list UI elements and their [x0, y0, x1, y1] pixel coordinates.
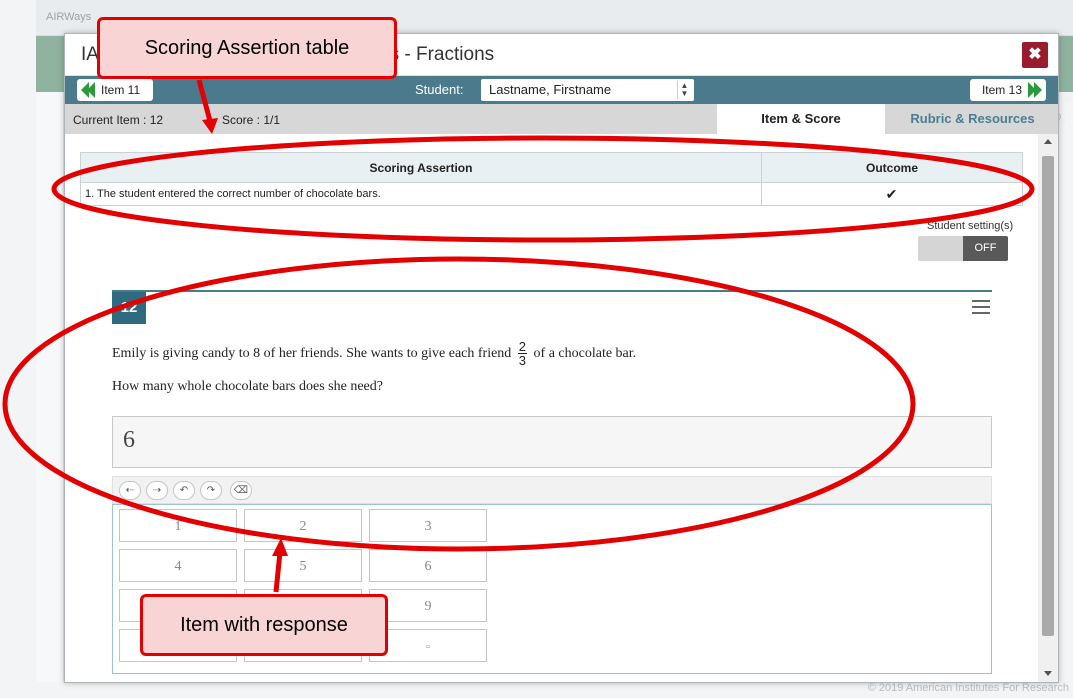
- vertical-scrollbar[interactable]: [1038, 134, 1058, 682]
- toggle-off-label: OFF: [963, 236, 1008, 261]
- redo-icon[interactable]: ↷: [200, 481, 222, 500]
- check-icon: ✔: [761, 182, 1023, 206]
- outcome-header: Outcome: [761, 152, 1023, 183]
- response-field[interactable]: 6: [112, 416, 992, 468]
- key-4[interactable]: 4: [119, 549, 237, 582]
- student-setting-toggle[interactable]: OFF: [918, 236, 1008, 261]
- current-item-text: Current Item : 12: [73, 113, 164, 127]
- question-line-1: Emily is giving candy to 8 of her friend…: [112, 339, 637, 368]
- backspace-icon[interactable]: ⌫: [230, 481, 252, 500]
- assertion-header: Scoring Assertion: [80, 152, 762, 183]
- key-6[interactable]: 6: [369, 549, 487, 582]
- editor-toolbar: ⇠ ⇢ ↶ ↷ ⌫: [112, 476, 992, 504]
- copyright-text: © 2019 American Institutes For Research: [867, 682, 1069, 694]
- question-line-2: How many whole chocolate bars does she n…: [112, 379, 383, 394]
- menu-icon[interactable]: [972, 300, 990, 314]
- scoring-assertion-table: Scoring Assertion Outcome 1. The student…: [80, 152, 1023, 206]
- key-2[interactable]: 2: [244, 509, 362, 542]
- undo-icon[interactable]: ↶: [173, 481, 195, 500]
- scroll-down-icon[interactable]: [1044, 671, 1052, 676]
- item-response-callout: Item with response: [140, 594, 388, 656]
- item-viewer-modal: IA perations - Fractions ✖ Item 11 Studen…: [64, 33, 1059, 683]
- assertion-cell: 1. The student entered the correct numbe…: [80, 182, 762, 206]
- next-item-button[interactable]: Item 13: [970, 79, 1046, 101]
- item-number: 12: [112, 292, 146, 324]
- scroll-up-icon[interactable]: [1044, 139, 1052, 144]
- student-setting-label: Student setting(s): [927, 220, 1014, 232]
- select-stepper-icon[interactable]: ▲ ▼: [677, 81, 691, 99]
- move-right-icon[interactable]: ⇢: [146, 481, 168, 500]
- key-3[interactable]: 3: [369, 509, 487, 542]
- move-left-icon[interactable]: ⇠: [119, 481, 141, 500]
- student-select[interactable]: Lastname, Firstname ▲ ▼: [481, 79, 694, 101]
- scoring-table-callout: Scoring Assertion table: [97, 17, 397, 79]
- key-1[interactable]: 1: [119, 509, 237, 542]
- fraction: 2 3: [517, 339, 528, 368]
- scroll-thumb[interactable]: [1042, 156, 1054, 636]
- previous-item-button[interactable]: Item 11: [77, 79, 153, 101]
- item-header: 12: [112, 290, 992, 324]
- item-navigation-bar: Item 11 Student: Lastname, Firstname ▲ ▼ …: [65, 76, 1058, 104]
- close-icon: ✖: [1028, 46, 1042, 63]
- background-brand: AIRWays: [46, 11, 92, 23]
- score-text: Score : 1/1: [222, 113, 281, 127]
- key-5[interactable]: 5: [244, 549, 362, 582]
- background-sidebar: [36, 92, 64, 682]
- item-info-bar: Current Item : 12 Score : 1/1 Item & Sco…: [65, 104, 1058, 134]
- student-label: Student:: [415, 82, 464, 97]
- table-row: 1. The student entered the correct numbe…: [80, 182, 1023, 206]
- close-button[interactable]: ✖: [1022, 42, 1048, 68]
- tab-rubric-resources[interactable]: Rubric & Resources: [885, 104, 1058, 134]
- tab-item-score[interactable]: Item & Score: [717, 104, 885, 134]
